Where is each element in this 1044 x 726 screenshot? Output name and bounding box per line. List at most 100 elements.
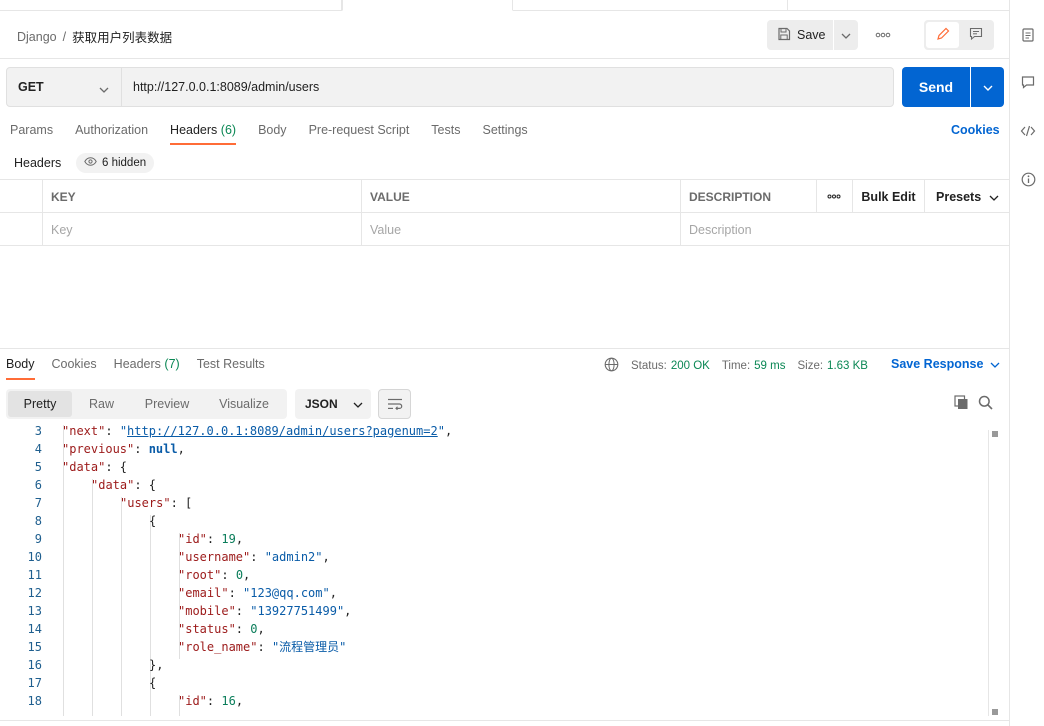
request-tab[interactable] [513,0,788,11]
tab-test-results[interactable]: Test Results [197,357,265,380]
save-label: Save [797,28,826,42]
send-options-button[interactable] [971,67,1004,107]
code-line: 8{ [0,512,988,530]
format-label: JSON [305,397,338,411]
code-line: 17 { [0,674,988,692]
hidden-headers-toggle[interactable]: 6 hidden [76,153,155,173]
table-header-row: KEY VALUE DESCRIPTION Bulk Edit Presets [0,180,1009,213]
time-value[interactable]: 59 ms [754,360,785,372]
search-icon[interactable] [978,395,993,413]
request-name[interactable]: 获取用户列表数据 [72,27,172,46]
comments-icon[interactable] [1020,74,1036,90]
tab-count: (6) [220,123,237,137]
copy-icon[interactable] [954,395,969,413]
save-button[interactable]: Save [767,20,833,50]
code-text: "status": 0, [178,622,265,636]
url-value: http://127.0.0.1:8089/admin/users [133,80,320,94]
request-tab[interactable] [0,0,342,11]
line-number: 6 [34,478,42,492]
save-icon [777,27,791,44]
presets-dropdown[interactable]: Presets [926,180,1009,213]
view-visualize[interactable]: Visualize [203,391,285,417]
row-checkbox[interactable] [0,213,43,246]
globe-icon[interactable] [604,357,619,375]
value-input[interactable]: Value [362,213,681,246]
send-button[interactable]: Send [902,67,970,107]
wrap-lines-icon[interactable] [378,389,411,419]
breadcrumb-collection[interactable]: Django [17,30,57,44]
tab-params[interactable]: Params [10,123,53,145]
size-value[interactable]: 1.63 KB [827,360,868,372]
code-text: "role_name": "流程管理员" [178,640,347,654]
response-divider[interactable] [0,348,1009,349]
view-raw[interactable]: Raw [72,391,131,417]
column-key: KEY [43,180,362,213]
tab-authorization[interactable]: Authorization [75,123,148,145]
code-line: 5 "data": { [0,458,988,476]
comment-icon [969,27,983,43]
bulk-edit-button[interactable]: Bulk Edit [853,180,925,213]
presets-label: Presets [936,189,982,204]
documentation-icon[interactable] [1020,27,1036,43]
tab-settings[interactable]: Settings [482,123,527,145]
code-text: "previous": null, [62,442,185,456]
headers-table: KEY VALUE DESCRIPTION Bulk Edit Presets … [0,179,1009,246]
line-number: 9 [34,532,42,546]
tab-pre-request-script[interactable]: Pre-request Script [309,123,410,145]
view-pretty[interactable]: Pretty [8,391,72,417]
info-icon[interactable] [1020,171,1036,187]
line-number: 10 [27,550,42,564]
save-response-button[interactable]: Save Response [891,357,1000,371]
view-preview[interactable]: Preview [131,391,203,417]
tab-tests[interactable]: Tests [431,123,460,145]
cookies-link[interactable]: Cookies [951,123,1000,137]
tab-response-cookies[interactable]: Cookies [52,357,97,380]
code-text: "root": 0, [178,568,251,582]
hidden-count: 6 hidden [102,157,147,169]
chevron-down-icon [99,82,109,96]
line-number: 16 [27,658,42,672]
save-options-button[interactable] [834,20,858,50]
headers-label: Headers [14,156,62,170]
code-line: 15 "role_name": "流程管理员" [0,638,988,656]
line-number: 12 [27,586,42,600]
code-text: "email": "123@qq.com", [178,586,337,600]
scroll-down-arrow[interactable] [992,709,998,715]
code-line: 16}, [0,656,988,674]
code-text: }, [149,658,164,672]
line-number: 18 [27,694,42,708]
chevron-down-icon [353,397,363,411]
tab-headers[interactable]: Headers (6) [170,123,237,145]
tab-response-headers[interactable]: Headers (7) [114,357,180,380]
comment-mode-button[interactable] [959,22,992,48]
size-label: Size: [797,360,824,372]
tab-response-body[interactable]: Body [6,357,35,380]
more-options-icon[interactable] [870,27,896,43]
code-text: "data": { [91,478,157,492]
key-input[interactable]: Key [43,213,362,246]
request-tab-active[interactable] [342,0,513,11]
time-label: Time: [721,360,751,372]
line-number: 7 [34,496,42,510]
description-input[interactable]: Description [681,213,1009,246]
response-view-tabs: Pretty Raw Preview Visualize [6,389,287,419]
column-options-icon[interactable] [817,180,853,213]
response-body-viewer[interactable]: 3 "next": "http://127.0.0.1:8089/admin/us… [0,425,988,716]
vertical-scrollbar[interactable] [988,430,998,716]
line-number: 15 [27,640,42,654]
column-value: VALUE [362,180,681,213]
status-value[interactable]: 200 OK [671,360,710,372]
chevron-down-icon [983,80,993,94]
url-input[interactable]: http://127.0.0.1:8089/admin/users [121,67,894,107]
format-select[interactable]: JSON [295,389,371,419]
tab-body[interactable]: Body [258,123,287,145]
edit-mode-button[interactable] [926,22,959,48]
code-line: 9 "id": 19, [0,530,988,548]
code-text: "data": { [62,460,128,474]
method-select[interactable]: GET [6,67,122,107]
code-icon[interactable] [1020,123,1036,139]
scroll-up-arrow[interactable] [992,431,998,437]
code-text: "next": "http://127.0.0.1:8089/admin/use… [62,425,453,438]
code-text: { [149,514,157,528]
code-text: "id": 19, [178,532,244,546]
